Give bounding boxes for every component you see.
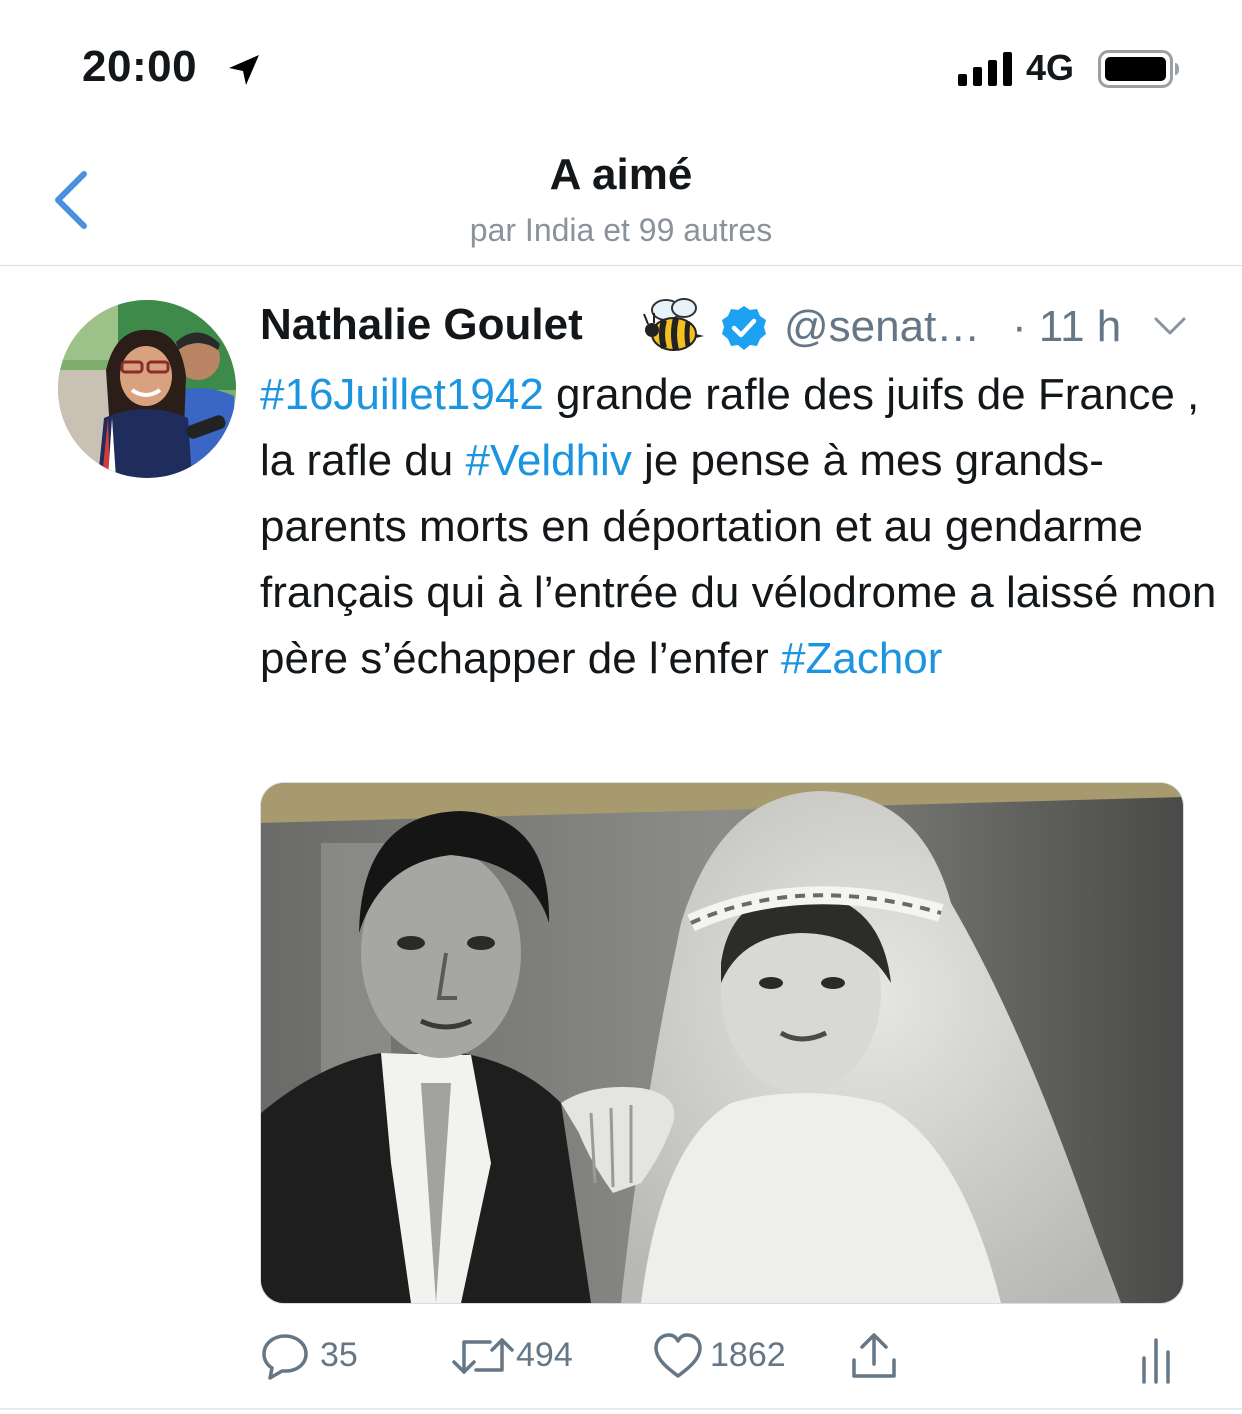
retweet-count: 494 bbox=[516, 1336, 573, 1374]
avatar[interactable] bbox=[58, 300, 236, 478]
nav-header: A aimé par India et 99 autres bbox=[0, 130, 1242, 266]
hashtag-link[interactable]: #Veldhiv bbox=[465, 436, 631, 485]
page-subtitle: par India et 99 autres bbox=[469, 212, 773, 248]
tweet-text: #16Juillet1942 grande rafle des juifs de… bbox=[260, 362, 1220, 692]
battery-icon bbox=[1098, 50, 1179, 88]
reply-count: 35 bbox=[320, 1336, 358, 1374]
tweet-time: · 11 h bbox=[1012, 302, 1122, 351]
like-count: 1862 bbox=[710, 1336, 786, 1374]
signal-icon bbox=[958, 52, 1012, 86]
author-handle[interactable]: @senat… bbox=[784, 302, 980, 352]
hashtag-link[interactable]: #Zachor bbox=[781, 634, 942, 683]
like-icon bbox=[654, 1333, 702, 1378]
network-label: 4G bbox=[1026, 47, 1075, 88]
page-title: A aimé bbox=[549, 150, 693, 199]
divider bbox=[0, 1408, 1242, 1410]
like-button[interactable]: 1862 bbox=[652, 1326, 812, 1386]
verified-icon bbox=[722, 306, 766, 350]
status-time: 20:00 bbox=[82, 42, 198, 91]
author-name[interactable]: Nathalie Goulet bbox=[260, 300, 583, 350]
retweet-icon bbox=[452, 1338, 514, 1374]
reply-icon bbox=[262, 1334, 308, 1380]
retweet-button[interactable]: 494 bbox=[452, 1326, 592, 1386]
action-bar: 35 494 1862 bbox=[260, 1326, 1180, 1386]
chevron-down-icon[interactable] bbox=[1152, 314, 1188, 338]
analytics-button[interactable] bbox=[1136, 1326, 1176, 1386]
location-arrow-icon bbox=[229, 55, 259, 85]
hashtag-link[interactable]: #16Juillet1942 bbox=[260, 370, 544, 419]
tweet-header: Nathalie Goulet @senat… · 11 h bbox=[260, 296, 1200, 360]
share-icon bbox=[852, 1333, 896, 1378]
reply-button[interactable]: 35 bbox=[260, 1326, 370, 1386]
analytics-icon bbox=[1142, 1338, 1170, 1384]
tweet-photo[interactable] bbox=[260, 782, 1184, 1304]
status-bar: 20:00 4G bbox=[0, 0, 1242, 130]
share-button[interactable] bbox=[848, 1326, 900, 1386]
bee-icon bbox=[643, 298, 704, 351]
